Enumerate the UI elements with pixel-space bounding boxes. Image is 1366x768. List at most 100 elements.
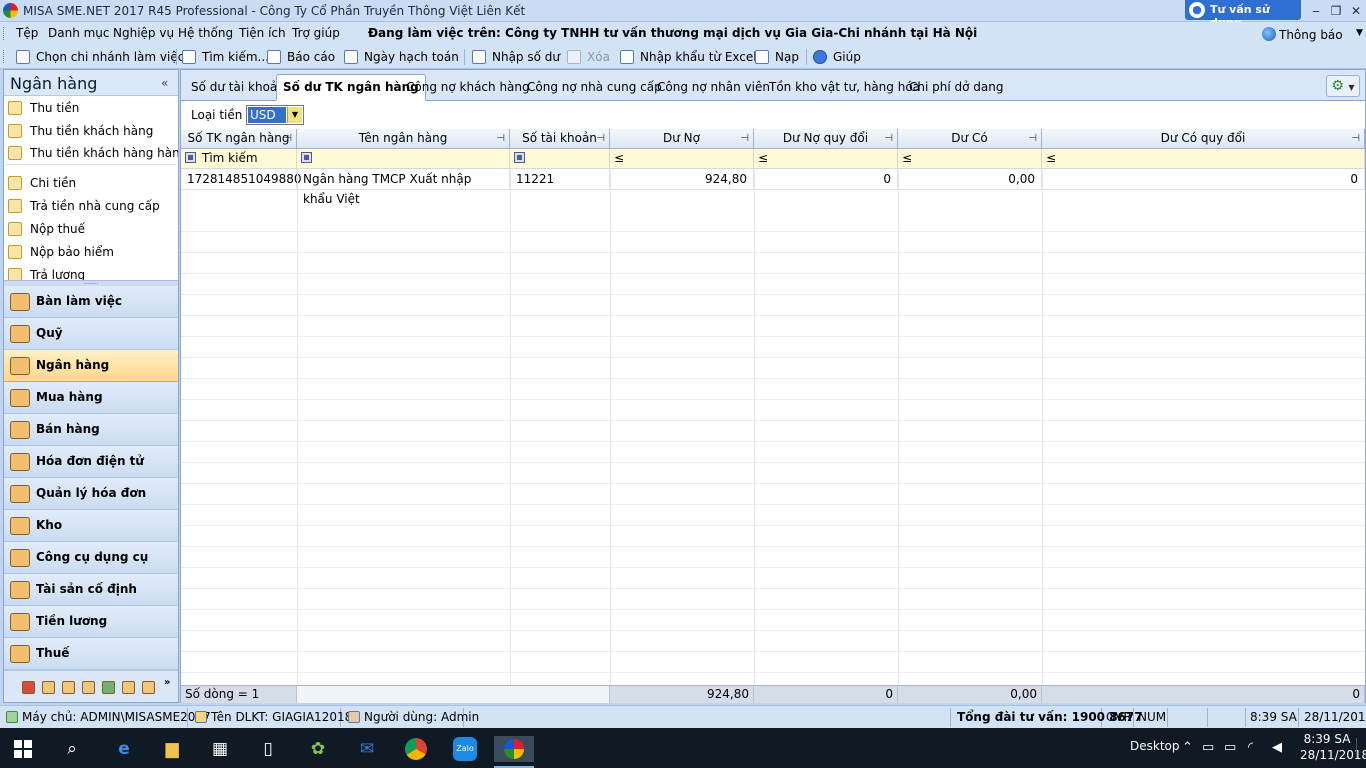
pin-icon[interactable]: ⊣ xyxy=(496,129,505,148)
column-header-credit[interactable]: Dư Có ⊣ xyxy=(898,129,1042,149)
module-bank[interactable]: Ngân hàng xyxy=(4,350,178,382)
task-receipt[interactable]: Thu tiền xyxy=(8,99,79,117)
tab-inventory[interactable]: Tồn kho vật tư, hàng hóa xyxy=(763,75,926,100)
shortcut-icon[interactable] xyxy=(142,681,155,694)
delete-button[interactable]: Xóa xyxy=(567,48,610,66)
less-equal-icon[interactable]: ≤ xyxy=(614,151,624,165)
shortcut-icon[interactable] xyxy=(102,681,115,694)
cell-bank-account-no[interactable]: 172814851049880 xyxy=(181,169,302,190)
task-pay-supplier[interactable]: Trả tiền nhà cung cấp xyxy=(8,197,160,215)
menu-operations[interactable]: Nghiệp vụ xyxy=(113,26,174,40)
volume-icon[interactable]: ◀ xyxy=(1272,740,1282,755)
load-button[interactable]: Nạp xyxy=(755,48,799,66)
task-pay-tax[interactable]: Nộp thuế xyxy=(8,220,85,238)
chrome-icon[interactable] xyxy=(403,736,429,762)
consult-button[interactable]: ● Tư vấn sử dụng xyxy=(1185,0,1301,29)
ime-icon[interactable]: ▭ xyxy=(1224,740,1236,755)
help-button[interactable]: Giúp xyxy=(813,48,861,66)
cell-debit[interactable]: 924,80 xyxy=(610,169,754,190)
edge-icon[interactable]: e xyxy=(111,736,137,762)
report-button[interactable]: Báo cáo xyxy=(267,48,335,66)
task-payment[interactable]: Chi tiền xyxy=(8,174,76,192)
network-icon[interactable]: ▭ xyxy=(1202,740,1214,755)
currency-select[interactable]: USD ▼ xyxy=(246,105,304,125)
tab-customer-debt[interactable]: Công nợ khách hàng xyxy=(400,75,536,100)
enter-balance-button[interactable]: Nhập số dư xyxy=(472,48,560,66)
close-button[interactable]: ✕ xyxy=(1345,2,1366,20)
pin-icon[interactable]: ⊣ xyxy=(283,129,292,148)
shortcut-icon[interactable] xyxy=(42,681,55,694)
module-tax[interactable]: Thuế xyxy=(4,638,178,670)
taskbar-search-icon[interactable]: ⌕ xyxy=(59,736,85,762)
filter-cell-credit[interactable]: ≤ xyxy=(898,149,1042,169)
shortcut-icon[interactable] xyxy=(122,681,135,694)
shortcut-icon[interactable] xyxy=(22,681,35,694)
task-customer-receipt[interactable]: Thu tiền khách hàng xyxy=(8,122,153,140)
cell-account-no[interactable]: 11221 xyxy=(510,169,610,190)
pin-icon[interactable]: ⊣ xyxy=(1028,129,1037,148)
file-explorer-icon[interactable]: ▆ xyxy=(159,736,185,762)
column-header-bank-name[interactable]: Tên ngân hàng ⊣ xyxy=(297,129,510,149)
tab-settings-button[interactable]: ⚙ ▼ xyxy=(1326,75,1360,97)
module-desktop[interactable]: Bàn làm việc xyxy=(4,286,178,318)
shortcut-icon[interactable] xyxy=(82,681,95,694)
menu-file[interactable]: Tệp xyxy=(16,26,38,40)
filter-cell-account-no[interactable] xyxy=(510,149,610,169)
column-header-debit-converted[interactable]: Dư Nợ quy đổi ⊣ xyxy=(754,129,898,149)
pin-icon[interactable]: ⊣ xyxy=(740,129,749,148)
notification-dropdown-icon[interactable]: ▼ xyxy=(1356,28,1363,38)
minimize-button[interactable]: ‒ xyxy=(1305,2,1327,20)
filter-cell-credit-converted[interactable]: ≤ xyxy=(1042,149,1365,169)
menu-utilities[interactable]: Tiện ích xyxy=(239,26,286,40)
show-desktop-button[interactable] xyxy=(1356,738,1364,758)
filter-cell-bank-account-no[interactable]: Tìm kiếm xyxy=(181,149,297,169)
maximize-button[interactable]: ❐ xyxy=(1325,2,1347,20)
store-icon[interactable]: ▦ xyxy=(207,736,233,762)
choose-branch-button[interactable]: Chọn chi nhánh làm việc xyxy=(16,48,184,66)
filter-cell-debit[interactable]: ≤ xyxy=(610,149,754,169)
menu-system[interactable]: Hệ thống xyxy=(178,26,233,40)
task-customer-receipt-batch[interactable]: Thu tiền khách hàng hàng l... xyxy=(8,144,178,162)
wifi-icon[interactable]: ◜ xyxy=(1248,740,1253,755)
module-warehouse[interactable]: Kho xyxy=(4,510,178,542)
tab-wip-cost[interactable]: Chi phí dở dang xyxy=(903,75,1009,100)
zalo-icon[interactable]: Zalo xyxy=(452,736,478,762)
module-purchase[interactable]: Mua hàng xyxy=(4,382,178,414)
collapse-panel-icon[interactable]: « xyxy=(161,76,168,90)
less-equal-icon[interactable]: ≤ xyxy=(902,151,912,165)
task-pay-insurance[interactable]: Nộp bảo hiểm xyxy=(8,243,114,261)
cell-credit-converted[interactable]: 0 xyxy=(1042,169,1365,190)
dropdown-arrow-icon[interactable]: ▼ xyxy=(287,107,302,123)
column-header-credit-converted[interactable]: Dư Có quy đổi ⊣ xyxy=(1042,129,1365,149)
menu-catalog[interactable]: Danh mục xyxy=(48,26,110,40)
tab-supplier-debt[interactable]: Công nợ nhà cung cấp xyxy=(521,75,668,100)
column-header-account-no[interactable]: Số tài khoản ⊣ xyxy=(510,129,610,149)
less-equal-icon[interactable]: ≤ xyxy=(758,151,768,165)
column-header-bank-account-no[interactable]: Số TK ngân hàng ⊣ xyxy=(181,129,297,149)
notification-button[interactable]: Thông báo xyxy=(1262,27,1343,42)
filter-mode-icon[interactable] xyxy=(514,152,525,163)
module-e-invoice[interactable]: Hóa đơn điện tử xyxy=(4,446,178,478)
posting-date-button[interactable]: Ngày hạch toán xyxy=(344,48,459,66)
cell-debit-converted[interactable]: 0 xyxy=(754,169,898,190)
tray-chevron-icon[interactable]: ⌃ xyxy=(1182,740,1193,755)
module-salary[interactable]: Tiền lương xyxy=(4,606,178,638)
search-button[interactable]: Tìm kiếm... xyxy=(182,48,269,66)
module-tools[interactable]: Công cụ dụng cụ xyxy=(4,542,178,574)
less-equal-icon[interactable]: ≤ xyxy=(1046,151,1056,165)
column-header-debit[interactable]: Dư Nợ ⊣ xyxy=(610,129,754,149)
filter-cell-debit-converted[interactable]: ≤ xyxy=(754,149,898,169)
cell-bank-name[interactable]: Ngân hàng TMCP Xuất nhập khẩu Việt xyxy=(297,169,510,206)
module-sales[interactable]: Bán hàng xyxy=(4,414,178,446)
filter-mode-icon[interactable] xyxy=(301,152,312,163)
filter-mode-icon[interactable] xyxy=(185,152,196,163)
filter-cell-bank-name[interactable] xyxy=(297,149,510,169)
pin-icon[interactable]: ⊣ xyxy=(884,129,893,148)
module-invoice-management[interactable]: Quản lý hóa đơn xyxy=(4,478,178,510)
pin-icon[interactable]: ⊣ xyxy=(1351,129,1360,148)
module-fixed-assets[interactable]: Tài sản cố định xyxy=(4,574,178,606)
pin-icon[interactable]: ⊣ xyxy=(596,129,605,148)
outlook-icon[interactable]: ✉ xyxy=(354,736,380,762)
taskbar-clock[interactable]: 8:39 SA 28/11/2018 xyxy=(1300,731,1366,763)
task-pay-salary[interactable]: Trả lương xyxy=(8,266,85,280)
